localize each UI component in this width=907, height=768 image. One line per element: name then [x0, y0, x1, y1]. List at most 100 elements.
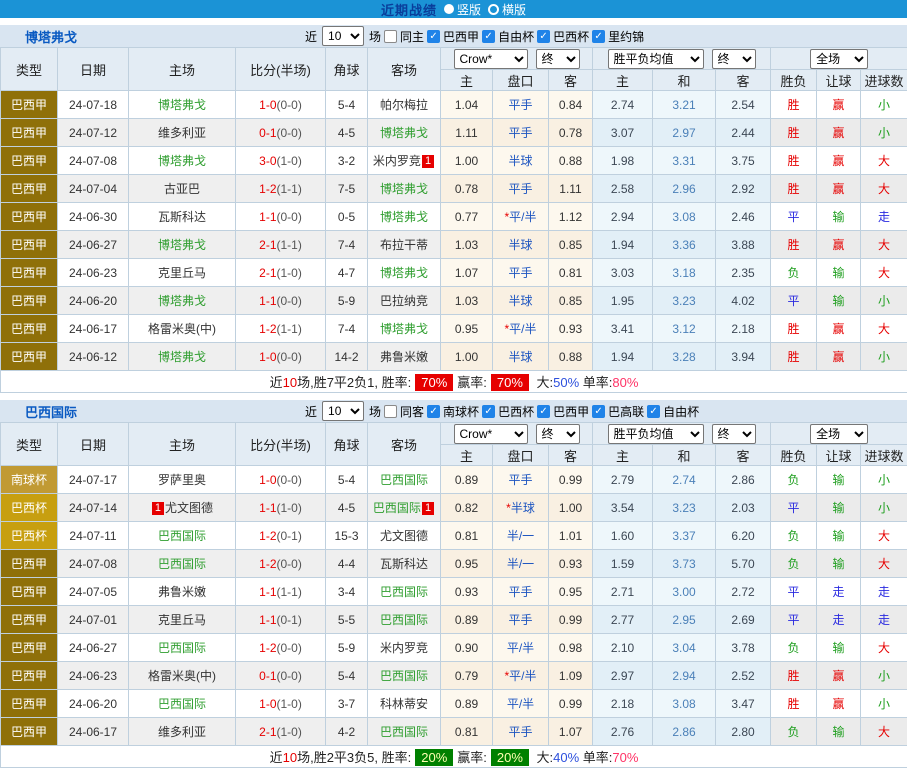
home-team-link[interactable]: 古亚巴 [164, 182, 200, 196]
handicap-cell: *平/半 [493, 203, 549, 231]
away-team-link[interactable]: 瓦斯科达 [380, 557, 428, 571]
away-team-link[interactable]: 布拉干蒂 [380, 238, 428, 252]
competition-checkbox[interactable]: ✓ [592, 405, 605, 418]
odds-home-cell: 0.93 [441, 578, 493, 606]
home-team-link[interactable]: 维多利亚 [158, 725, 206, 739]
competition-checkbox[interactable]: ✓ [537, 30, 550, 43]
home-team-link[interactable]: 博塔弗戈 [158, 238, 206, 252]
home-team-link[interactable]: 格雷米奥(中) [148, 322, 216, 336]
avg-home-cell: 2.58 [593, 175, 653, 203]
home-team-link[interactable]: 巴西国际 [158, 529, 206, 543]
section-team-name[interactable]: 巴西国际 [0, 402, 305, 421]
competition-checkbox[interactable]: ✓ [592, 30, 605, 43]
away-team-link[interactable]: 博塔弗戈 [380, 266, 428, 280]
avg-home-cell: 1.60 [593, 522, 653, 550]
avg-period-select[interactable]: 终 [712, 49, 756, 69]
handicap-cell: 平手 [493, 91, 549, 119]
competition-checkbox[interactable]: ✓ [427, 30, 440, 43]
away-team-link[interactable]: 博塔弗戈 [380, 182, 428, 196]
handicap-cell: 平手 [493, 119, 549, 147]
odds-away-cell: 1.07 [549, 718, 593, 746]
odds-provider-select[interactable]: Crow* [454, 49, 528, 69]
avg-select[interactable]: 胜平负均值 [608, 49, 704, 69]
handicap-text: 平手 [508, 585, 532, 599]
competition-checkbox[interactable]: ✓ [647, 405, 660, 418]
handicap-text: 平手 [508, 98, 532, 112]
avg-draw-cell: 3.00 [653, 578, 716, 606]
same-venue-checkbox[interactable] [384, 405, 397, 418]
odds-home-cell: 0.90 [441, 634, 493, 662]
away-team-link[interactable]: 米内罗竞 [373, 154, 421, 168]
layout-radio-vertical[interactable]: 竖版 [444, 1, 481, 18]
competition-checkbox[interactable]: ✓ [482, 405, 495, 418]
score-cell: 1-1(0-1) [236, 606, 326, 634]
avg-home-cell: 3.54 [593, 494, 653, 522]
home-team-link[interactable]: 巴西国际 [158, 557, 206, 571]
home-team-link[interactable]: 尤文图德 [165, 501, 213, 515]
league-cell: 巴西甲 [1, 343, 58, 371]
away-team-link[interactable]: 巴西国际 [380, 473, 428, 487]
scope-select[interactable]: 全场 [810, 49, 868, 69]
avg-away-cell: 3.47 [716, 690, 771, 718]
odds-away-cell: 1.11 [549, 175, 593, 203]
recent-count-select[interactable]: 10 [322, 26, 364, 46]
handicap-text: 平/半 [509, 669, 536, 683]
layout-radio-horizontal[interactable]: 横版 [488, 1, 526, 18]
away-team-link[interactable]: 巴西国际 [380, 725, 428, 739]
home-team-link[interactable]: 维多利亚 [158, 126, 206, 140]
scope-select[interactable]: 全场 [810, 424, 868, 444]
away-team-link[interactable]: 博塔弗戈 [380, 126, 428, 140]
away-team-cell: 巴西国际 [368, 466, 441, 494]
odds-period-select[interactable]: 终 [536, 424, 580, 444]
competition-checkbox[interactable]: ✓ [482, 30, 495, 43]
home-team-link[interactable]: 博塔弗戈 [158, 98, 206, 112]
sub-column-header: 客 [549, 70, 593, 91]
away-team-link[interactable]: 博塔弗戈 [380, 210, 428, 224]
same-venue-checkbox[interactable] [384, 30, 397, 43]
away-team-link[interactable]: 巴西国际 [373, 501, 421, 515]
avg-draw-cell: 2.86 [653, 718, 716, 746]
away-team-link[interactable]: 科林蒂安 [380, 697, 428, 711]
odds-period-select[interactable]: 终 [536, 49, 580, 69]
competition-checkbox[interactable]: ✓ [537, 405, 550, 418]
home-team-link[interactable]: 巴西国际 [158, 641, 206, 655]
away-team-link[interactable]: 巴西国际 [380, 585, 428, 599]
odds-home-cell: 1.00 [441, 343, 493, 371]
home-team-link[interactable]: 博塔弗戈 [158, 294, 206, 308]
recent-count-select[interactable]: 10 [322, 401, 364, 421]
home-team-cell: 博塔弗戈 [129, 287, 236, 315]
away-team-link[interactable]: 帕尔梅拉 [380, 98, 428, 112]
away-team-link[interactable]: 巴西国际 [380, 669, 428, 683]
home-team-link[interactable]: 博塔弗戈 [158, 350, 206, 364]
away-team-link[interactable]: 巴西国际 [380, 613, 428, 627]
odds-away-cell: 0.98 [549, 634, 593, 662]
competition-checkbox[interactable]: ✓ [427, 405, 440, 418]
odds-provider-select[interactable]: Crow* [454, 424, 528, 444]
away-team-link[interactable]: 巴拉纳竞 [380, 294, 428, 308]
home-team-link[interactable]: 罗萨里奥 [158, 473, 206, 487]
away-team-cell: 博塔弗戈 [368, 119, 441, 147]
odds-away-cell: 0.99 [549, 466, 593, 494]
home-team-link[interactable]: 格雷米奥(中) [148, 669, 216, 683]
home-team-link[interactable]: 巴西国际 [158, 697, 206, 711]
league-cell: 巴西甲 [1, 119, 58, 147]
big-rate-value: 50% [553, 375, 579, 390]
home-team-link[interactable]: 瓦斯科达 [158, 210, 206, 224]
avg-select[interactable]: 胜平负均值 [608, 424, 704, 444]
away-team-link[interactable]: 博塔弗戈 [380, 322, 428, 336]
summary-record: 场,胜2平3负5, 胜率: [297, 750, 411, 765]
section-team-name[interactable]: 博塔弗戈 [0, 27, 305, 46]
date-cell: 24-07-12 [58, 119, 129, 147]
home-team-link[interactable]: 克里丘马 [158, 613, 206, 627]
away-team-link[interactable]: 弗鲁米嫩 [380, 350, 428, 364]
avg-draw-cell: 3.18 [653, 259, 716, 287]
match-row: 巴西甲24-07-04古亚巴1-2(1-1)7-5博塔弗戈0.78平手1.112… [1, 175, 907, 203]
home-team-link[interactable]: 博塔弗戈 [158, 154, 206, 168]
away-team-link[interactable]: 尤文图德 [380, 529, 428, 543]
avg-period-select[interactable]: 终 [712, 424, 756, 444]
home-team-link[interactable]: 克里丘马 [158, 266, 206, 280]
handicap-text: 半球 [508, 350, 532, 364]
handicap-text: 平/半 [507, 697, 534, 711]
away-team-link[interactable]: 米内罗竞 [380, 641, 428, 655]
home-team-link[interactable]: 弗鲁米嫩 [158, 585, 206, 599]
